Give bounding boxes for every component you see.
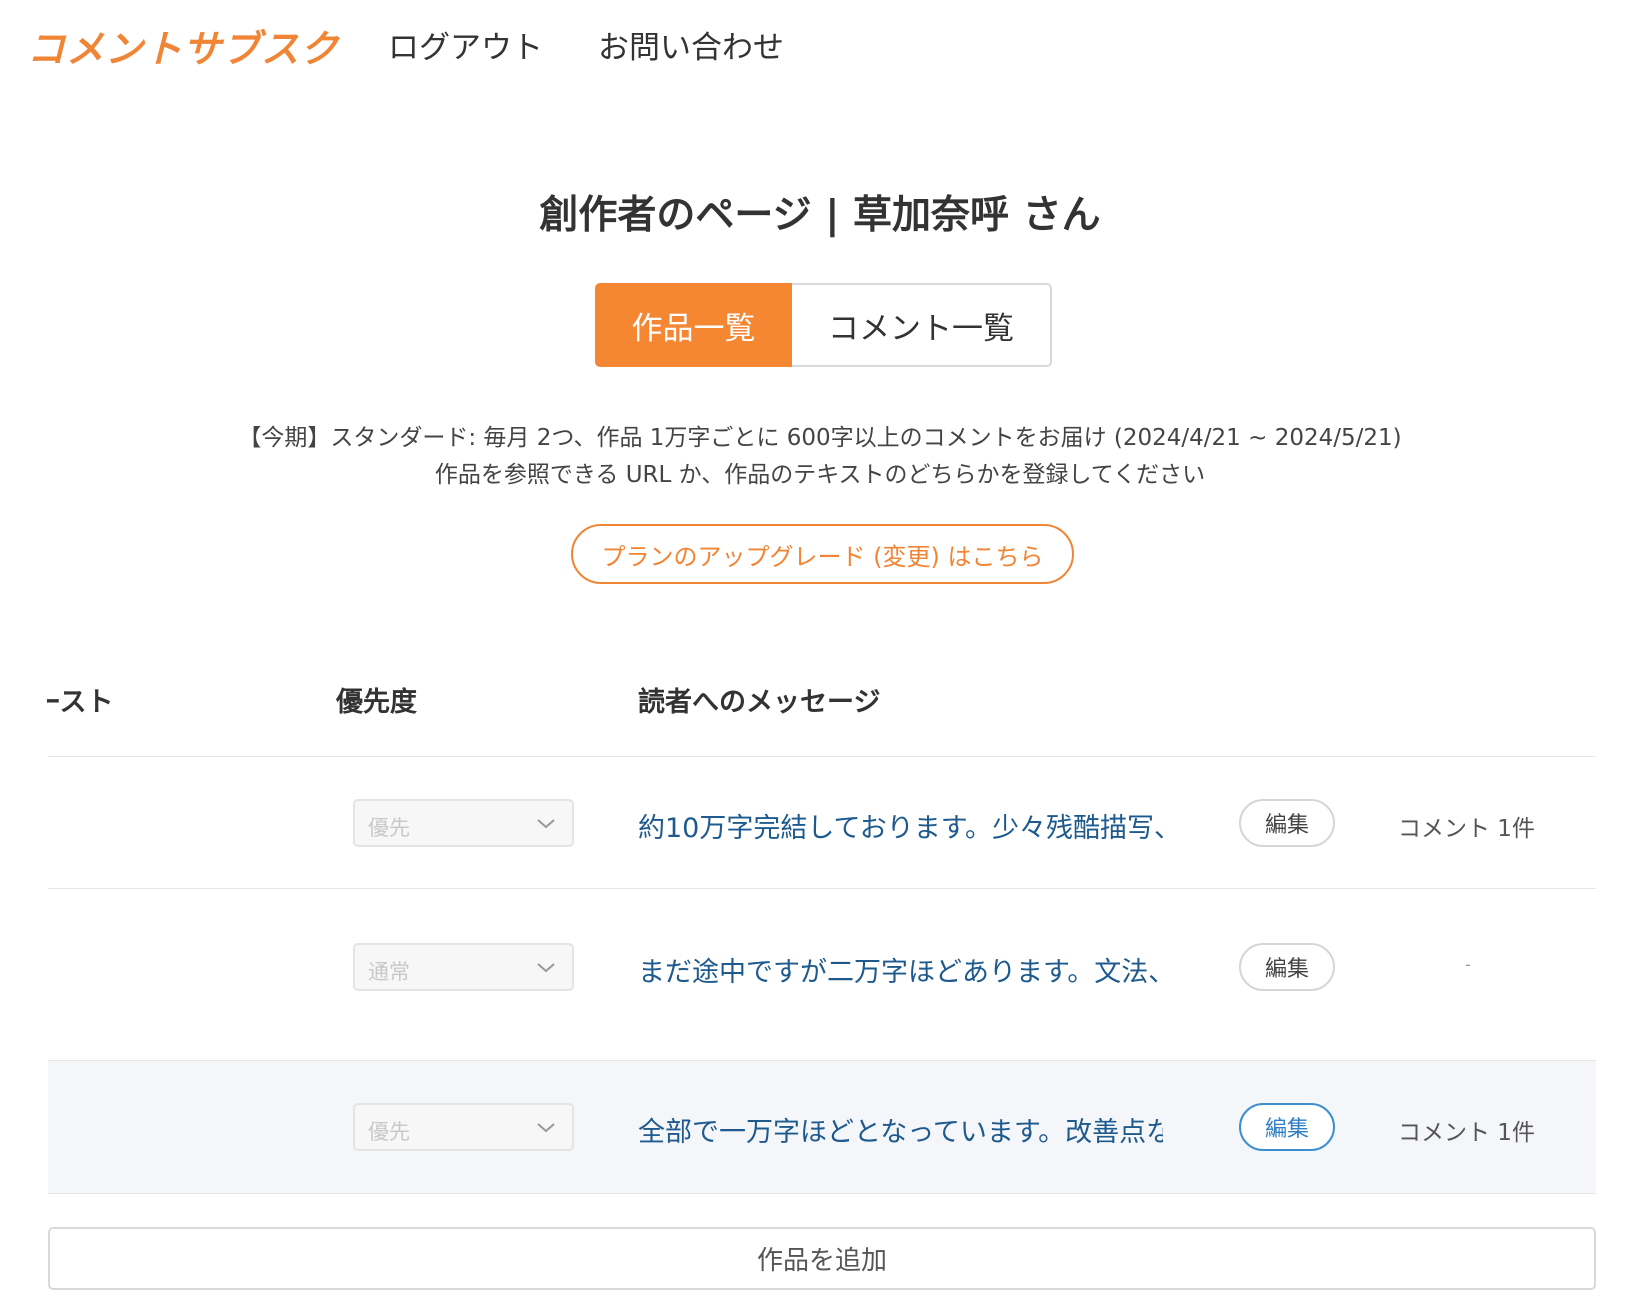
edit-button[interactable]: 編集 [1239,943,1335,991]
tab-works[interactable]: 作品一覧 [595,283,792,367]
top-navigation: コメントサブスク ログアウト お問い合わせ [0,0,1640,90]
reader-message-link[interactable]: 全部で一万字ほどとなっています。改善点など [638,1110,1163,1149]
reader-message-link[interactable]: まだ途中ですが二万字ほどあります。文法、構 [638,950,1163,989]
chevron-down-icon [537,963,555,973]
plan-instructions: 作品を参照できる URL か、作品のテキストのどちらかを登録してください [434,462,1206,488]
reader-message-link[interactable]: 約10万字完結しております。少々残酷描写、性 [638,806,1163,845]
tab-comments[interactable]: コメント一覧 [792,283,1052,367]
priority-select-value: 優先 [368,1120,410,1144]
priority-select-value: 通常 [368,960,410,984]
logout-link[interactable]: ログアウト [388,22,543,67]
table-row: 優先 約10万字完結しております。少々残酷描写、性 編集 コメント 1件 [48,757,1596,889]
contact-link[interactable]: お問い合わせ [598,22,784,67]
add-work-button[interactable]: 作品を追加 [48,1227,1596,1290]
priority-select[interactable]: 通常 [353,943,574,991]
table-row: 優先 全部で一万字ほどとなっています。改善点など 編集 コメント 1件 [48,1061,1596,1194]
priority-select-value: 優先 [368,816,410,840]
priority-select[interactable]: 優先 [353,1103,574,1151]
column-header-priority: 優先度 [336,687,417,718]
priority-select[interactable]: 優先 [353,799,574,847]
comment-count-link[interactable]: コメント 1件 [1398,809,1535,843]
comment-count-empty: - [1465,955,1471,974]
brand-logo[interactable]: コメントサブスク [27,18,339,73]
chevron-down-icon [537,819,555,829]
plan-info: 【今期】スタンダード: 毎月 2つ、作品 1万字ごとに 600字以上のコメントを… [238,425,1402,451]
table-row: 通常 まだ途中ですが二万字ほどあります。文法、構 編集 - [48,889,1596,1061]
chevron-down-icon [537,1123,555,1133]
page-title: 創作者のページ | 草加奈呼 さん [539,193,1101,238]
view-tabs: 作品一覧 コメント一覧 [595,283,1052,367]
edit-button[interactable]: 編集 [1239,1103,1335,1151]
column-header-message: 読者へのメッセージ [638,687,881,718]
edit-button[interactable]: 編集 [1239,799,1335,847]
column-header-text: ｰスト [46,687,114,718]
comment-count-link[interactable]: コメント 1件 [1398,1113,1535,1147]
plan-upgrade-button[interactable]: プランのアップグレード (変更) はこちら [571,524,1074,584]
